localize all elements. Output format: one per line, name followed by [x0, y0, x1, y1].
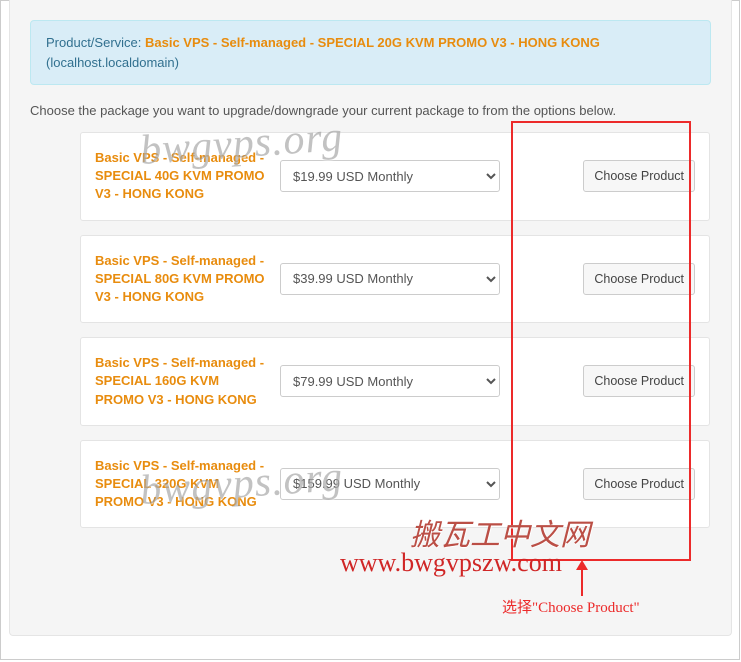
- choose-product-button[interactable]: Choose Product: [583, 365, 695, 397]
- choose-product-button[interactable]: Choose Product: [583, 468, 695, 500]
- price-select-wrap: $39.99 USD Monthly: [280, 263, 583, 295]
- package-name: Basic VPS - Self-managed - SPECIAL 40G K…: [95, 149, 280, 204]
- package-name: Basic VPS - Self-managed - SPECIAL 80G K…: [95, 252, 280, 307]
- package-row: Basic VPS - Self-managed - SPECIAL 40G K…: [80, 132, 710, 221]
- current-product-host: (localhost.localdomain): [46, 55, 179, 70]
- instructions-text: Choose the package you want to upgrade/d…: [30, 103, 711, 118]
- billing-cycle-select[interactable]: $19.99 USD Monthly: [280, 160, 500, 192]
- billing-cycle-select[interactable]: $159.99 USD Monthly: [280, 468, 500, 500]
- package-row: Basic VPS - Self-managed - SPECIAL 320G …: [80, 440, 710, 529]
- price-select-wrap: $19.99 USD Monthly: [280, 160, 583, 192]
- package-name: Basic VPS - Self-managed - SPECIAL 320G …: [95, 457, 280, 512]
- billing-cycle-select[interactable]: $79.99 USD Monthly: [280, 365, 500, 397]
- info-prefix: Product/Service:: [46, 35, 145, 50]
- package-list: Basic VPS - Self-managed - SPECIAL 40G K…: [80, 132, 710, 528]
- main-panel: Product/Service: Basic VPS - Self-manage…: [9, 0, 732, 636]
- current-product-name: Basic VPS - Self-managed - SPECIAL 20G K…: [145, 35, 600, 50]
- choose-product-button[interactable]: Choose Product: [583, 160, 695, 192]
- product-info-box: Product/Service: Basic VPS - Self-manage…: [30, 20, 711, 85]
- price-select-wrap: $79.99 USD Monthly: [280, 365, 583, 397]
- package-row: Basic VPS - Self-managed - SPECIAL 80G K…: [80, 235, 710, 324]
- package-row: Basic VPS - Self-managed - SPECIAL 160G …: [80, 337, 710, 426]
- package-name: Basic VPS - Self-managed - SPECIAL 160G …: [95, 354, 280, 409]
- price-select-wrap: $159.99 USD Monthly: [280, 468, 583, 500]
- choose-product-button[interactable]: Choose Product: [583, 263, 695, 295]
- billing-cycle-select[interactable]: $39.99 USD Monthly: [280, 263, 500, 295]
